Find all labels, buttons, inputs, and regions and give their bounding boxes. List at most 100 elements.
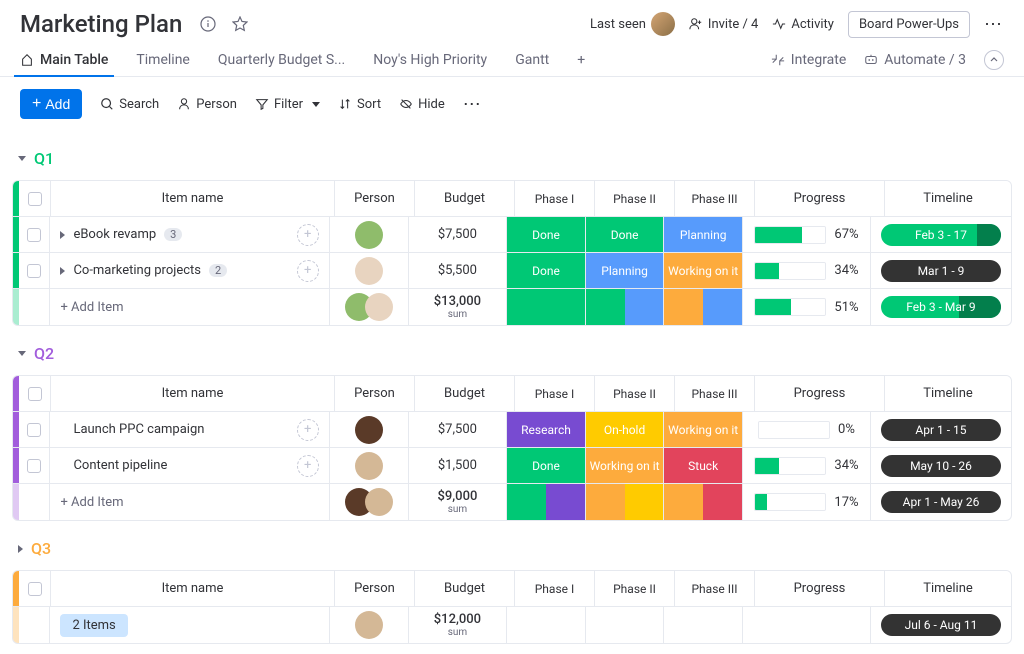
info-icon[interactable] xyxy=(198,14,218,34)
row-checkbox[interactable] xyxy=(27,423,41,437)
timeline-pill[interactable]: Mar 1 - 9 xyxy=(881,260,1001,282)
add-item[interactable]: 2 Items xyxy=(50,607,329,643)
budget-cell[interactable]: $7,500 xyxy=(409,412,508,447)
phase-cell[interactable]: Planning xyxy=(664,217,743,252)
person-cell[interactable] xyxy=(330,412,409,447)
collapse-header-icon[interactable] xyxy=(984,50,1004,70)
progress-cell[interactable]: 34% xyxy=(743,448,871,483)
expand-chevron-icon[interactable] xyxy=(60,267,65,275)
col-phase2[interactable]: Phase II xyxy=(595,571,675,606)
col-person[interactable]: Person xyxy=(335,181,415,216)
item-name-cell[interactable]: Content pipeline+ xyxy=(50,448,329,483)
star-icon[interactable] xyxy=(230,14,250,34)
group-header[interactable]: Q2 xyxy=(12,340,1012,367)
last-seen[interactable]: Last seen xyxy=(590,12,675,36)
person-cell[interactable] xyxy=(330,217,409,252)
power-ups-button[interactable]: Board Power-Ups xyxy=(848,11,970,38)
progress-cell[interactable]: 67% xyxy=(743,217,871,252)
add-subitem-icon[interactable]: + xyxy=(297,260,319,282)
invite-button[interactable]: Invite / 4 xyxy=(689,17,758,32)
timeline-pill[interactable]: Apr 1 - 15 xyxy=(881,419,1001,441)
timeline-pill[interactable]: Feb 3 - 17 xyxy=(881,224,1001,246)
col-timeline[interactable]: Timeline xyxy=(885,571,1011,606)
add-item[interactable]: + Add Item xyxy=(50,289,329,325)
more-icon[interactable]: ⋯ xyxy=(984,14,1004,35)
collapse-chevron-icon[interactable] xyxy=(18,545,23,553)
add-subitem-icon[interactable]: + xyxy=(297,419,319,441)
person-cell[interactable] xyxy=(330,253,409,288)
phase-cell[interactable]: Stuck xyxy=(664,448,743,483)
items-count-pill[interactable]: 2 Items xyxy=(60,614,127,637)
row-checkbox[interactable] xyxy=(27,264,41,278)
phase-cell[interactable]: Working on it xyxy=(586,448,665,483)
select-all-checkbox[interactable] xyxy=(28,387,42,401)
sort-button[interactable]: Sort xyxy=(338,97,381,112)
phase-cell[interactable]: Planning xyxy=(586,253,665,288)
add-item[interactable]: + Add Item xyxy=(50,484,329,520)
add-subitem-icon[interactable]: + xyxy=(297,224,319,246)
phase-cell[interactable]: Working on it xyxy=(664,253,743,288)
board-title[interactable]: Marketing Plan xyxy=(20,10,182,38)
tab-quarterly-budget-s-[interactable]: Quarterly Budget S... xyxy=(218,44,345,76)
timeline-pill[interactable]: Apr 1 - May 26 xyxy=(881,491,1001,513)
col-timeline[interactable]: Timeline xyxy=(885,376,1011,411)
group-header[interactable]: Q3 xyxy=(12,535,1012,562)
col-phase2[interactable]: Phase II xyxy=(595,376,675,411)
activity-button[interactable]: Activity xyxy=(772,17,834,32)
phase-cell[interactable]: Done xyxy=(507,217,586,252)
phase-cell[interactable]: Research xyxy=(507,412,586,447)
budget-cell[interactable]: $7,500 xyxy=(409,217,508,252)
integrate-button[interactable]: Integrate xyxy=(771,44,847,76)
col-phase3[interactable]: Phase III xyxy=(675,571,755,606)
item-name-cell[interactable]: Launch PPC campaign+ xyxy=(50,412,329,447)
col-progress[interactable]: Progress xyxy=(755,571,885,606)
tab-gantt[interactable]: Gantt xyxy=(515,44,549,76)
budget-cell[interactable]: $1,500 xyxy=(409,448,508,483)
expand-chevron-icon[interactable] xyxy=(60,231,65,239)
col-phase1[interactable]: Phase I xyxy=(515,181,595,216)
hide-button[interactable]: Hide xyxy=(399,97,445,112)
phase-cell[interactable]: Done xyxy=(507,253,586,288)
col-phase1[interactable]: Phase I xyxy=(515,571,595,606)
col-phase2[interactable]: Phase II xyxy=(595,181,675,216)
add-subitem-icon[interactable]: + xyxy=(297,455,319,477)
collapse-chevron-icon[interactable] xyxy=(18,351,26,356)
timeline-pill[interactable]: Feb 3 - Mar 9 xyxy=(881,296,1001,318)
phase-cell[interactable]: Done xyxy=(507,448,586,483)
toolbar-more-icon[interactable]: ⋯ xyxy=(463,94,483,115)
add-button[interactable]: +Add xyxy=(20,89,82,119)
person-cell[interactable] xyxy=(330,448,409,483)
select-all-checkbox[interactable] xyxy=(28,582,42,596)
col-budget[interactable]: Budget xyxy=(415,181,515,216)
col-person[interactable]: Person xyxy=(335,376,415,411)
progress-cell[interactable]: 34% xyxy=(743,253,871,288)
person-filter[interactable]: Person xyxy=(177,97,237,112)
phase-cell[interactable]: Done xyxy=(586,217,665,252)
col-item[interactable]: Item name xyxy=(51,571,335,606)
search-button[interactable]: Search xyxy=(100,97,159,112)
add-tab[interactable]: + xyxy=(577,44,585,76)
col-timeline[interactable]: Timeline xyxy=(885,181,1011,216)
col-progress[interactable]: Progress xyxy=(755,376,885,411)
col-item[interactable]: Item name xyxy=(51,376,335,411)
col-phase3[interactable]: Phase III xyxy=(675,376,755,411)
phase-cell[interactable]: On-hold xyxy=(586,412,665,447)
progress-cell[interactable]: 0% xyxy=(743,412,871,447)
col-person[interactable]: Person xyxy=(335,571,415,606)
tab-main-table[interactable]: Main Table xyxy=(20,44,108,76)
row-checkbox[interactable] xyxy=(27,228,41,242)
timeline-pill[interactable]: Jul 6 - Aug 11 xyxy=(881,614,1001,636)
col-budget[interactable]: Budget xyxy=(415,571,515,606)
item-name-cell[interactable]: Co-marketing projects2+ xyxy=(50,253,329,288)
group-header[interactable]: Q1 xyxy=(12,145,1012,172)
select-all-checkbox[interactable] xyxy=(28,192,42,206)
tab-noy-s-high-priority[interactable]: Noy's High Priority xyxy=(373,44,487,76)
col-progress[interactable]: Progress xyxy=(755,181,885,216)
col-phase3[interactable]: Phase III xyxy=(675,181,755,216)
row-checkbox[interactable] xyxy=(27,459,41,473)
phase-cell[interactable]: Working on it xyxy=(664,412,743,447)
automate-button[interactable]: Automate / 3 xyxy=(864,44,966,76)
filter-button[interactable]: Filter xyxy=(255,97,320,112)
col-item[interactable]: Item name xyxy=(51,181,335,216)
col-budget[interactable]: Budget xyxy=(415,376,515,411)
